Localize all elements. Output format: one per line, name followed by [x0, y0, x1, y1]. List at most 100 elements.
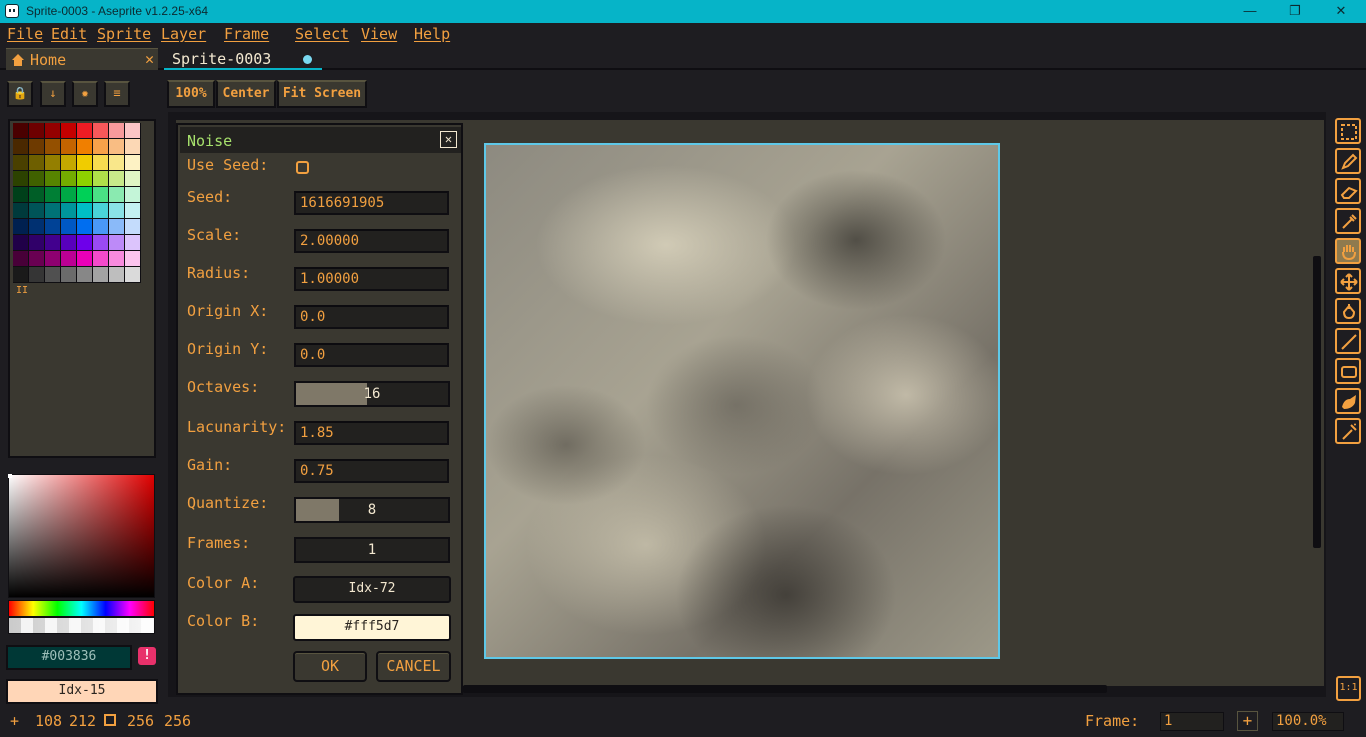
hue-slider[interactable]: [8, 600, 155, 617]
menu-view[interactable]: View: [361, 25, 397, 43]
palette-swatch[interactable]: [61, 187, 77, 203]
palette-swatch[interactable]: [125, 251, 141, 267]
dialog-close-icon[interactable]: ✕: [440, 131, 457, 148]
palette-swatch[interactable]: [13, 235, 29, 251]
menu-select[interactable]: Select: [295, 25, 349, 43]
palette-swatch[interactable]: [93, 171, 109, 187]
close-tab-icon[interactable]: ✕: [145, 50, 154, 68]
maximize-button[interactable]: ❐: [1272, 0, 1318, 23]
origin-x-input[interactable]: 0.0: [294, 305, 449, 329]
octaves-slider[interactable]: 16: [294, 381, 450, 407]
close-window-button[interactable]: ✕: [1318, 0, 1364, 23]
seed-input[interactable]: 1616691905: [294, 191, 449, 215]
palette-swatch[interactable]: [45, 235, 61, 251]
sprite-canvas[interactable]: [484, 143, 1000, 659]
palette-swatch[interactable]: [29, 187, 45, 203]
palette-swatch[interactable]: [29, 267, 45, 283]
gain-input[interactable]: 0.75: [294, 459, 449, 483]
rectangle-tool[interactable]: [1335, 358, 1361, 384]
menu-edit[interactable]: Edit: [51, 25, 87, 43]
palette-menu-icon[interactable]: ≡: [104, 81, 130, 107]
blur-tool[interactable]: [1335, 388, 1361, 414]
palette-swatch[interactable]: [93, 187, 109, 203]
palette-swatch[interactable]: [29, 235, 45, 251]
sort-down-icon[interactable]: ↓: [40, 81, 66, 107]
palette-swatch[interactable]: [93, 203, 109, 219]
lock-icon[interactable]: 🔒: [7, 81, 33, 107]
horizontal-scrollbar[interactable]: [463, 685, 1107, 693]
background-color-button[interactable]: Idx-15: [6, 679, 158, 704]
hand-tool[interactable]: [1335, 238, 1361, 264]
palette-swatch[interactable]: [45, 267, 61, 283]
palette-swatch[interactable]: [93, 235, 109, 251]
quantize-slider[interactable]: 8: [294, 497, 450, 523]
spray-tool[interactable]: [1335, 418, 1361, 444]
center-button[interactable]: Center: [216, 80, 276, 108]
frame-input[interactable]: 1: [1160, 712, 1224, 731]
palette-swatch[interactable]: [125, 267, 141, 283]
origin-y-input[interactable]: 0.0: [294, 343, 449, 367]
menu-sprite[interactable]: Sprite: [97, 25, 151, 43]
palette-swatch[interactable]: [29, 123, 45, 139]
palette-swatch[interactable]: [61, 219, 77, 235]
palette-swatch[interactable]: [125, 123, 141, 139]
color-a-button[interactable]: Idx-72: [293, 576, 451, 603]
palette-swatch[interactable]: [45, 123, 61, 139]
palette-swatch[interactable]: [125, 219, 141, 235]
use-seed-checkbox[interactable]: [296, 161, 309, 174]
palette-swatch[interactable]: [109, 267, 125, 283]
palette-swatch[interactable]: [77, 123, 93, 139]
palette-swatch[interactable]: [109, 123, 125, 139]
palette-swatch[interactable]: [109, 251, 125, 267]
pencil-tool[interactable]: [1335, 148, 1361, 174]
modified-dot-icon[interactable]: [303, 55, 312, 64]
palette-swatch[interactable]: [29, 251, 45, 267]
menu-help[interactable]: Help: [414, 25, 450, 43]
palette-swatch[interactable]: [45, 139, 61, 155]
add-frame-button[interactable]: +: [1237, 711, 1258, 731]
palette-swatch[interactable]: [77, 139, 93, 155]
palette-swatch[interactable]: [45, 187, 61, 203]
menu-file[interactable]: File: [7, 25, 43, 43]
palette-swatch[interactable]: [125, 139, 141, 155]
color-b-button[interactable]: #fff5d7: [293, 614, 451, 641]
palette-swatch[interactable]: [125, 171, 141, 187]
palette-swatch[interactable]: [13, 139, 29, 155]
palette-swatch[interactable]: [125, 187, 141, 203]
zoom-level-input[interactable]: 100.0%: [1272, 712, 1344, 731]
pixel-ratio-button[interactable]: 1:1: [1336, 676, 1361, 701]
palette-swatch[interactable]: [93, 139, 109, 155]
radius-input[interactable]: 1.00000: [294, 267, 449, 291]
palette-swatch[interactable]: [61, 155, 77, 171]
palette-swatch[interactable]: [77, 187, 93, 203]
scale-input[interactable]: 2.00000: [294, 229, 449, 253]
alpha-slider[interactable]: [8, 617, 155, 634]
palette-swatch[interactable]: [77, 219, 93, 235]
palette-swatch[interactable]: [13, 219, 29, 235]
palette-swatch[interactable]: [77, 235, 93, 251]
palette-swatch[interactable]: [93, 251, 109, 267]
palette-swatch[interactable]: [61, 235, 77, 251]
palette-swatch[interactable]: [13, 267, 29, 283]
menu-layer[interactable]: Layer: [161, 25, 206, 43]
palette-swatch[interactable]: [93, 267, 109, 283]
palette-swatch[interactable]: [29, 219, 45, 235]
cancel-button[interactable]: CANCEL: [376, 651, 451, 682]
palette-swatch[interactable]: [13, 155, 29, 171]
color-picker-marker[interactable]: [8, 474, 12, 478]
palette-swatch[interactable]: [13, 171, 29, 187]
palette-swatch[interactable]: [13, 123, 29, 139]
palette-swatch[interactable]: [13, 187, 29, 203]
vertical-scrollbar[interactable]: [1313, 256, 1321, 548]
tab-sprite[interactable]: Sprite-0003: [164, 48, 322, 70]
palette-swatch[interactable]: [77, 251, 93, 267]
palette-swatch[interactable]: [61, 203, 77, 219]
palette-swatch[interactable]: [45, 251, 61, 267]
palette-swatch[interactable]: [61, 171, 77, 187]
palette-swatch[interactable]: [125, 203, 141, 219]
minimize-button[interactable]: —: [1227, 0, 1273, 23]
palette-swatch[interactable]: [45, 219, 61, 235]
palette-swatch[interactable]: [109, 203, 125, 219]
palette-swatch[interactable]: [77, 171, 93, 187]
ok-button[interactable]: OK: [293, 651, 367, 682]
